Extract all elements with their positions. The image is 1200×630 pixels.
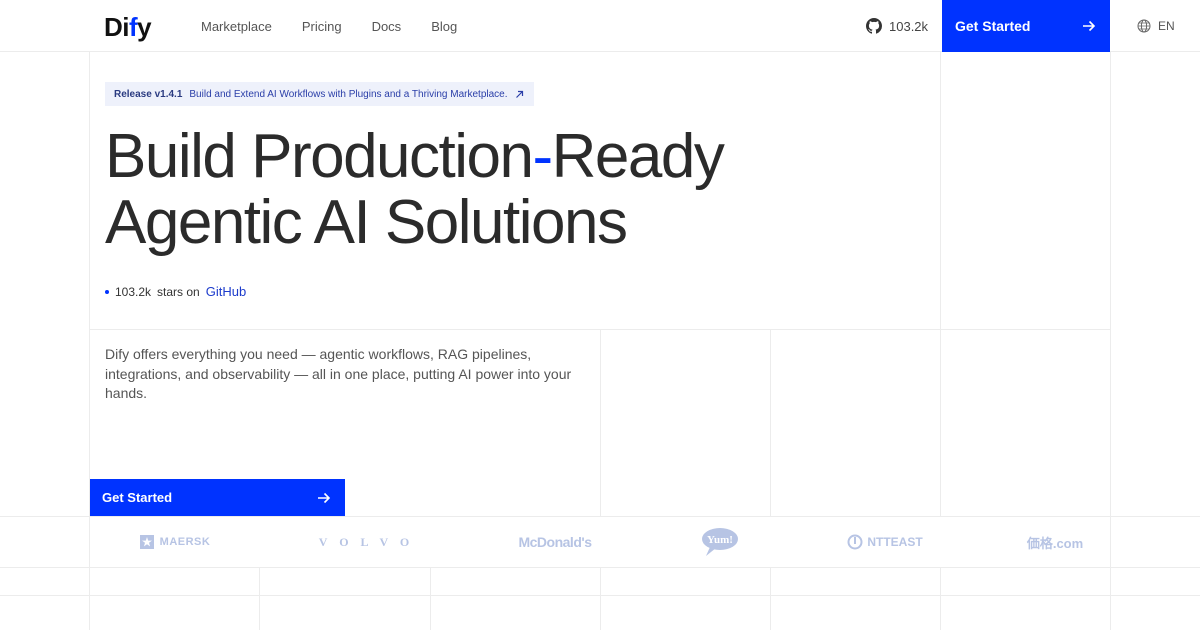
github-icon <box>866 18 882 34</box>
logo-text: Yum! <box>707 534 733 546</box>
dify-logo[interactable]: Dify <box>104 12 152 43</box>
logo-text-accent: f <box>129 12 138 42</box>
grid-line <box>89 329 1110 330</box>
grid-line <box>770 329 771 517</box>
headline-text: Build Production <box>105 122 534 191</box>
logo-volvo: VOLVO <box>270 517 470 567</box>
logo-mcdonalds: McDonald's <box>470 517 640 567</box>
language-label: EN <box>1158 19 1175 33</box>
stars-text: stars on <box>157 284 200 299</box>
headline-dash: - <box>532 122 554 191</box>
nav-docs[interactable]: Docs <box>372 19 402 34</box>
button-label: Get Started <box>955 18 1031 34</box>
stars-count: 103.2k <box>115 284 152 299</box>
globe-icon <box>1137 19 1151 33</box>
github-link[interactable]: GitHub <box>206 284 246 299</box>
release-version: Release v1.4.1 <box>114 88 183 100</box>
get-started-button[interactable]: Get Started <box>90 479 345 516</box>
arrow-right-icon <box>1083 20 1096 32</box>
release-text: Build and Extend AI Workflows with Plugi… <box>189 88 508 100</box>
logo-text: Di <box>104 12 130 42</box>
github-stars-line: 103.2k stars on GitHub <box>105 284 246 299</box>
logo-text: 価格.com <box>1026 535 1084 551</box>
hero-description: Dify offers everything you need — agenti… <box>105 346 572 401</box>
grid-line <box>430 567 431 630</box>
grid-line <box>259 567 260 630</box>
logo-maersk: MAERSK <box>90 517 260 567</box>
logo-text: MAERSK <box>159 536 211 548</box>
release-badge[interactable]: Release v1.4.1 Build and Extend AI Workf… <box>105 82 534 106</box>
bullet-dot <box>105 289 109 294</box>
logo-yum: Yum! <box>680 517 760 567</box>
logo-text: y <box>137 12 152 42</box>
language-selector[interactable]: EN <box>1137 0 1175 52</box>
maersk-star-icon <box>139 535 154 549</box>
external-link-icon <box>515 90 523 98</box>
logo-ntt-east: NTTEAST <box>800 517 970 567</box>
hero-headline: Build Production-Ready Agentic AI Soluti… <box>105 122 725 257</box>
arrow-right-icon <box>318 492 331 503</box>
nav-pricing[interactable]: Pricing <box>302 19 342 34</box>
headline-text: Agentic AI Solutions <box>105 188 628 257</box>
logo-text: McDonald's <box>518 534 592 550</box>
grid-line <box>940 567 941 630</box>
button-label: Get Started <box>102 490 173 505</box>
grid-line <box>770 567 771 630</box>
ntt-ring-icon <box>847 534 863 550</box>
site-header: Dify Marketplace Pricing Docs Blog 103.2… <box>0 0 1200 52</box>
grid-line <box>600 567 601 630</box>
nav-marketplace[interactable]: Marketplace <box>201 19 272 34</box>
get-started-button-header[interactable]: Get Started <box>942 0 1110 52</box>
nav-blog[interactable]: Blog <box>431 19 457 34</box>
main-nav: Marketplace Pricing Docs Blog <box>201 0 457 52</box>
github-star-count: 103.2k <box>889 18 929 34</box>
logo-text: VOLVO <box>318 534 422 549</box>
yum-logo-mark: Yum! <box>702 528 738 556</box>
logo-text: NTTEAST <box>867 535 923 549</box>
grid-line <box>940 52 941 517</box>
headline-text: Ready <box>551 122 725 191</box>
github-stars-link[interactable]: 103.2k <box>866 0 928 52</box>
logo-kakaku: 価格.com <box>990 517 1120 567</box>
grid-line <box>600 329 601 517</box>
